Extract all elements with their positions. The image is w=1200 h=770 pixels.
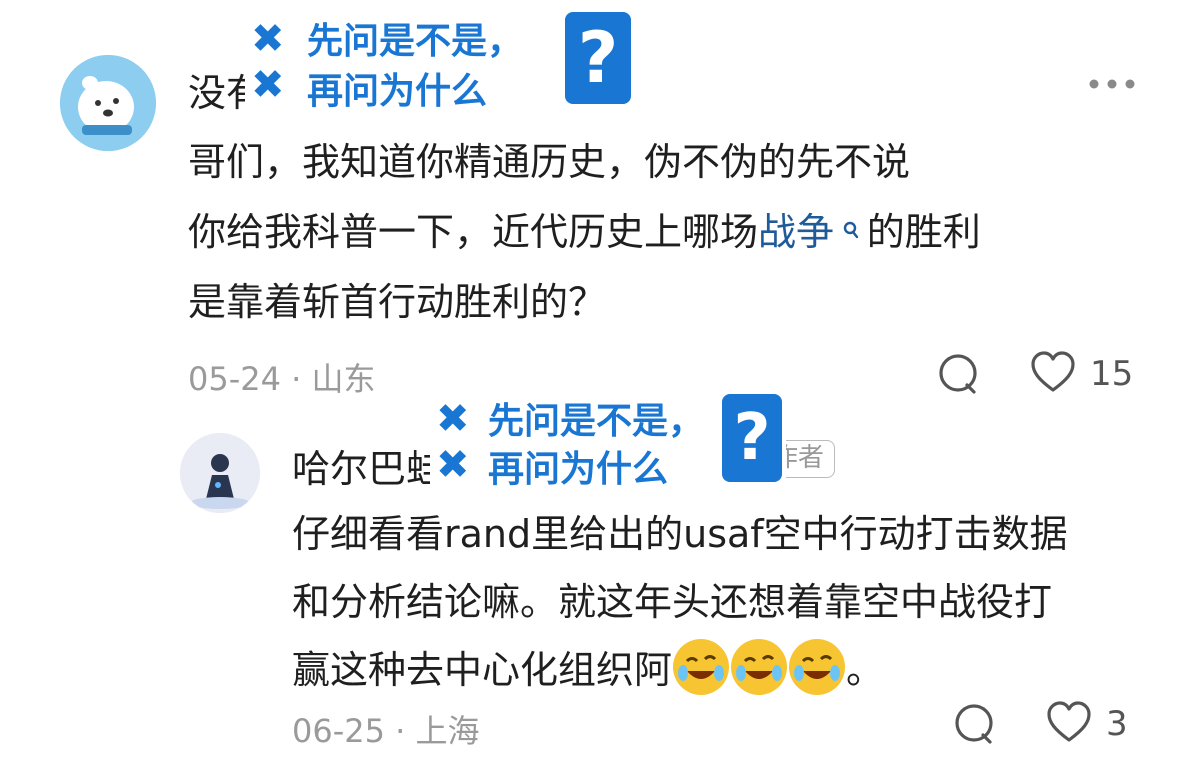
reply-body-line-1: 仔细看看rand里给出的usaf空中行动打击数据 xyxy=(292,512,1068,556)
comment-body-line-2: 你给我科普一下，近代历史上哪场战争 的胜利 xyxy=(188,198,981,266)
sticker-line-2: 再问为什么 xyxy=(488,449,669,490)
cross-icon: ✖ xyxy=(436,396,470,442)
like-button[interactable]: 3 xyxy=(1046,700,1128,748)
cross-icon: ✖ xyxy=(436,442,470,488)
rofl-emoji xyxy=(731,638,788,695)
avatar[interactable] xyxy=(180,433,260,513)
cross-icon: ✖ xyxy=(251,16,285,62)
like-button[interactable]: 15 xyxy=(1030,350,1133,398)
reply-body-line-3: 赢这种去中心化组织阿 。 xyxy=(292,636,884,704)
reply-body-text: 赢这种去中心化组织阿 xyxy=(292,648,673,692)
comment-bubble-icon xyxy=(952,702,996,750)
reply-body-line-2: 和分析结论嘛。就这年头还想着靠空中战役打 xyxy=(292,580,1053,624)
sticker-line-1: 先问是不是， xyxy=(488,401,705,442)
username[interactable]: 哈尔巴蛙 xyxy=(292,438,444,493)
comment-meta: 05-24 · 山东 xyxy=(188,360,376,398)
reply-button[interactable] xyxy=(952,702,996,750)
sticker-line-1: 先问是不是， xyxy=(307,21,524,62)
heart-icon xyxy=(1030,350,1076,398)
overlay-sticker: ✖ 先问是不是， ✖ 再问为什么 ? xyxy=(430,392,786,490)
overlay-sticker: ✖ 先问是不是， ✖ 再问为什么 ? xyxy=(245,0,645,112)
like-count: 3 xyxy=(1106,704,1128,744)
question-mark: ? xyxy=(722,394,782,482)
search-icon[interactable] xyxy=(836,221,867,248)
rofl-emoji xyxy=(789,638,846,695)
reply-body-text: 。 xyxy=(846,648,885,692)
cross-icon: ✖ xyxy=(251,62,285,108)
heart-icon xyxy=(1046,700,1092,748)
avatar[interactable] xyxy=(60,55,156,151)
comment-body-line-3: 是靠着斩首行动胜利的？ xyxy=(188,280,607,324)
sticker-line-2: 再问为什么 xyxy=(307,71,488,112)
comment-body-text: 你给我科普一下，近代历史上哪场 xyxy=(188,210,759,254)
reply-button[interactable] xyxy=(936,352,980,400)
question-mark: ? xyxy=(565,12,631,104)
rofl-emoji xyxy=(673,638,730,695)
like-count: 15 xyxy=(1090,354,1134,394)
comment-body-text: 的胜利 xyxy=(866,210,981,254)
comment-bubble-icon xyxy=(936,352,980,400)
more-dots-icon[interactable] xyxy=(1088,72,1138,96)
search-link[interactable]: 战争 xyxy=(758,210,834,254)
comment-body-line-1: 哥们，我知道你精通历史，伪不伪的先不说 xyxy=(188,140,911,184)
reply-meta: 06-25 · 上海 xyxy=(292,712,480,750)
